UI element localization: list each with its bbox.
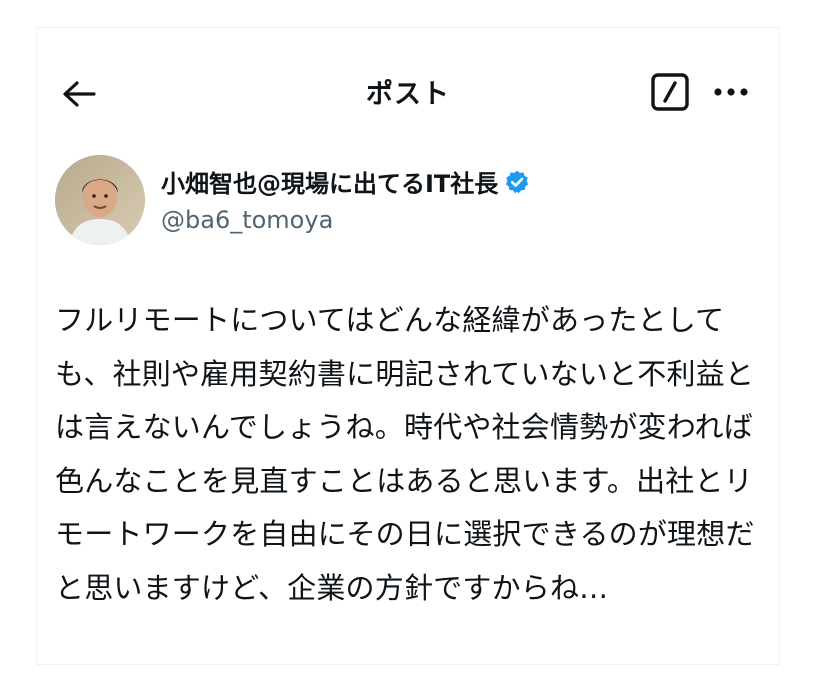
post-card: ポスト 小畑智也@現場に出てるIT社長 @ba6_tomoya フルリモートにつ… [36, 27, 780, 665]
avatar[interactable] [55, 155, 145, 245]
post-text: フルリモートについてはどんな経緯があったとしても、社則や雇用契約書に明記されてい… [55, 303, 755, 605]
more-options-button[interactable] [709, 72, 753, 112]
author-name-row[interactable]: 小畑智也@現場に出てるIT社長 [161, 164, 530, 199]
author-display-name[interactable]: 小畑智也@現場に出てるIT社長 [161, 164, 498, 199]
reader-mode-button[interactable] [650, 72, 690, 112]
profile-photo [55, 155, 145, 245]
post-header: ポスト [37, 28, 779, 154]
slash-square-icon [651, 73, 689, 111]
verified-badge-icon [506, 170, 529, 193]
author-handle[interactable]: @ba6_tomoya [161, 206, 333, 234]
more-horizontal-icon [714, 88, 748, 96]
